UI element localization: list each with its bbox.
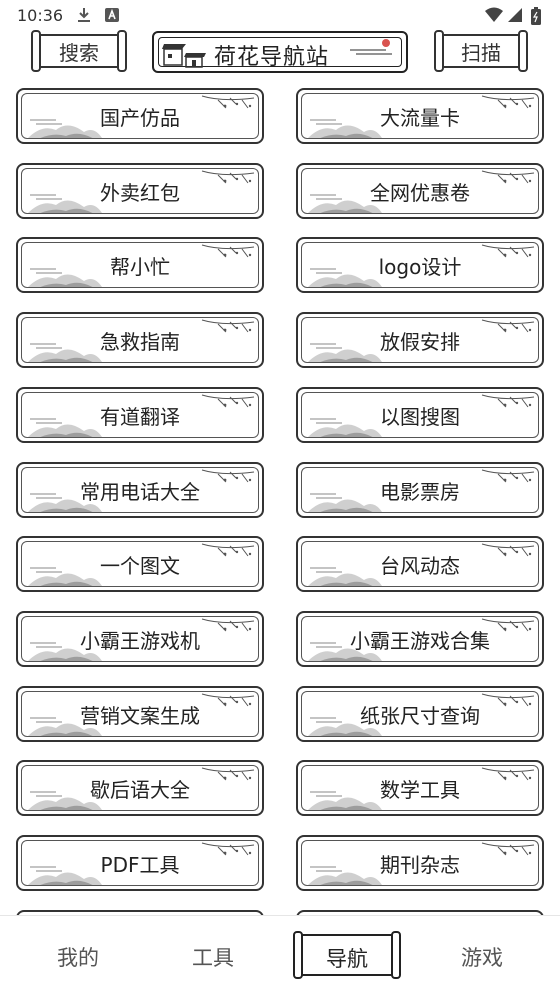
- nav-card[interactable]: 台风动态: [296, 536, 544, 592]
- nav-card-label: 小霸王游戏合集: [350, 629, 490, 653]
- nav-tab-games[interactable]: 游戏: [432, 942, 532, 972]
- nav-card[interactable]: 大流量卡: [296, 88, 544, 144]
- nav-card[interactable]: 纸张尺寸查询: [296, 686, 544, 742]
- nav-card[interactable]: 数学工具: [296, 760, 544, 816]
- nav-card[interactable]: 期刊杂志: [296, 835, 544, 891]
- nav-card[interactable]: 歇后语大全: [16, 760, 264, 816]
- nav-card-label: 急救指南: [100, 330, 180, 354]
- nav-card-label: 以图搜图: [380, 405, 460, 429]
- nav-card-label: logo设计: [378, 255, 462, 279]
- nav-card[interactable]: 小霸王游戏机: [16, 611, 264, 667]
- bottom-nav: 我的 工具 导航 游戏: [0, 915, 560, 996]
- nav-card[interactable]: 以图搜图: [296, 387, 544, 443]
- nav-card-label: 数学工具: [380, 778, 460, 802]
- nav-card[interactable]: 电影票房: [296, 462, 544, 518]
- nav-card[interactable]: 一个图文: [16, 536, 264, 592]
- nav-card-label: 国产仿品: [100, 106, 180, 130]
- nav-card[interactable]: 小霸王游戏合集: [296, 611, 544, 667]
- nav-card-label: 营销文案生成: [80, 704, 200, 728]
- nav-card[interactable]: PDF工具: [16, 835, 264, 891]
- nav-card-label: 全网优惠卷: [370, 181, 470, 205]
- nav-card[interactable]: 放假安排: [296, 312, 544, 368]
- nav-card-label: PDF工具: [100, 853, 180, 877]
- nav-card-label: 常用电话大全: [80, 480, 200, 504]
- nav-card-label: 纸张尺寸查询: [360, 704, 480, 728]
- nav-grid: 国产仿品 大流量卡 外卖红包 全网优惠卷 帮小忙 logo设计 急救指南 放假安…: [0, 0, 560, 915]
- nav-card-label: 外卖红包: [100, 181, 180, 205]
- nav-card-label: 帮小忙: [110, 255, 170, 279]
- nav-card[interactable]: 帮小忙: [16, 237, 264, 293]
- nav-card[interactable]: 急救指南: [16, 312, 264, 368]
- nav-tab-tools[interactable]: 工具: [163, 942, 263, 972]
- nav-card-label: 一个图文: [100, 554, 180, 578]
- nav-card[interactable]: 常用电话大全: [16, 462, 264, 518]
- nav-card[interactable]: 全网优惠卷: [296, 163, 544, 219]
- nav-card-label: 歇后语大全: [90, 778, 190, 802]
- nav-tab-navigation[interactable]: 导航: [293, 931, 401, 979]
- nav-card[interactable]: 国产仿品: [16, 88, 264, 144]
- nav-card-label: 放假安排: [380, 330, 460, 354]
- nav-card[interactable]: 营销文案生成: [16, 686, 264, 742]
- nav-tab-mine[interactable]: 我的: [28, 942, 128, 972]
- nav-tab-navigation-label: 导航: [326, 947, 368, 971]
- nav-card-label: 台风动态: [380, 554, 460, 578]
- nav-card[interactable]: 外卖红包: [16, 163, 264, 219]
- nav-card-label: 小霸王游戏机: [80, 629, 200, 653]
- nav-card-label: 期刊杂志: [380, 853, 460, 877]
- nav-card-label: 电影票房: [380, 480, 460, 504]
- nav-card[interactable]: logo设计: [296, 237, 544, 293]
- nav-card[interactable]: 有道翻译: [16, 387, 264, 443]
- nav-card-label: 大流量卡: [380, 106, 460, 130]
- nav-card-label: 有道翻译: [100, 405, 180, 429]
